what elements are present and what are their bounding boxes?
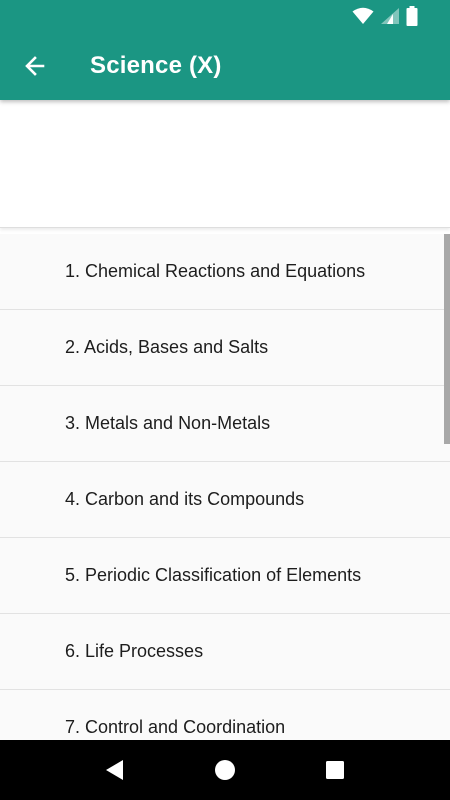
cellular-signal-icon (381, 8, 399, 24)
app-bar: Science (X) (0, 0, 450, 100)
chapter-list: 1. Chemical Reactions and Equations 2. A… (0, 234, 450, 740)
chapter-label: 4. Carbon and its Compounds (65, 489, 305, 509)
back-button[interactable] (0, 32, 70, 100)
nav-back-button[interactable] (85, 740, 145, 800)
battery-icon (406, 6, 418, 26)
page-title: Science (X) (90, 52, 222, 79)
wifi-icon (352, 7, 374, 24)
back-triangle-icon (106, 760, 123, 780)
chapter-item-5[interactable]: 5. Periodic Classification of Elements (0, 538, 450, 614)
recents-square-icon (326, 761, 344, 779)
status-bar (0, 0, 450, 32)
nav-recents-button[interactable] (305, 740, 365, 800)
chapter-item-7[interactable]: 7. Control and Coordination (0, 690, 450, 740)
list-scrollbar[interactable] (444, 234, 450, 444)
chapter-item-4[interactable]: 4. Carbon and its Compounds (0, 462, 450, 538)
arrow-left-icon (25, 56, 45, 76)
home-circle-icon (215, 760, 235, 780)
chapter-item-1[interactable]: 1. Chemical Reactions and Equations (0, 234, 450, 310)
chapter-label: 1. Chemical Reactions and Equations (65, 261, 366, 281)
status-icons (352, 6, 418, 26)
chapter-label: 3. Metals and Non-Metals (65, 413, 271, 433)
ad-banner-area (0, 100, 450, 228)
chapter-label: 2. Acids, Bases and Salts (65, 337, 269, 357)
chapter-item-3[interactable]: 3. Metals and Non-Metals (0, 386, 450, 462)
chapter-item-2[interactable]: 2. Acids, Bases and Salts (0, 310, 450, 386)
nav-home-button[interactable] (195, 740, 255, 800)
chapter-label: 7. Control and Coordination (65, 717, 286, 737)
system-nav-bar (0, 740, 450, 800)
chapter-item-6[interactable]: 6. Life Processes (0, 614, 450, 690)
chapter-label: 6. Life Processes (65, 641, 204, 661)
toolbar: Science (X) (0, 32, 450, 100)
chapter-label: 5. Periodic Classification of Elements (65, 565, 362, 585)
